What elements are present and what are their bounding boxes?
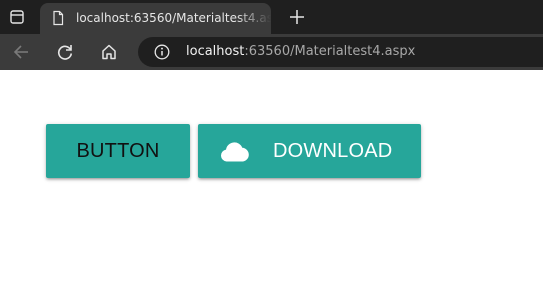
browser-tab[interactable]: localhost:63560/Materialtest4.aspx xyxy=(40,3,271,34)
tab-actions-icon xyxy=(10,10,24,24)
browser-tab-strip: localhost:63560/Materialtest4.aspx xyxy=(0,0,543,34)
refresh-icon xyxy=(57,45,73,60)
url-text[interactable]: localhost:63560/Materialtest4.aspx xyxy=(186,44,415,60)
info-icon[interactable] xyxy=(154,44,170,60)
download-button[interactable]: DOWNLOAD xyxy=(198,124,421,178)
cloud-icon xyxy=(220,141,249,161)
tab-actions-button[interactable] xyxy=(4,4,30,30)
button-button[interactable]: BUTTON xyxy=(46,124,190,178)
tab-title: localhost:63560/Materialtest4.aspx xyxy=(76,11,271,25)
browser-toolbar: localhost:63560/Materialtest4.aspx xyxy=(0,34,543,70)
new-tab-button[interactable] xyxy=(285,5,309,29)
url-host: localhost xyxy=(186,44,245,59)
back-arrow-icon xyxy=(13,45,28,59)
address-bar[interactable]: localhost:63560/Materialtest4.aspx xyxy=(138,37,543,67)
download-label: DOWNLOAD xyxy=(273,139,393,162)
refresh-button[interactable] xyxy=(51,38,79,66)
home-button[interactable] xyxy=(95,38,123,66)
url-path: :63560/Materialtest4.aspx xyxy=(244,44,416,59)
plus-icon xyxy=(290,10,304,24)
page-content: BUTTON DOWNLOAD xyxy=(0,70,543,293)
page-icon xyxy=(53,10,64,26)
home-icon xyxy=(102,44,116,60)
back-button[interactable] xyxy=(7,38,35,66)
button-label: BUTTON xyxy=(76,139,160,162)
